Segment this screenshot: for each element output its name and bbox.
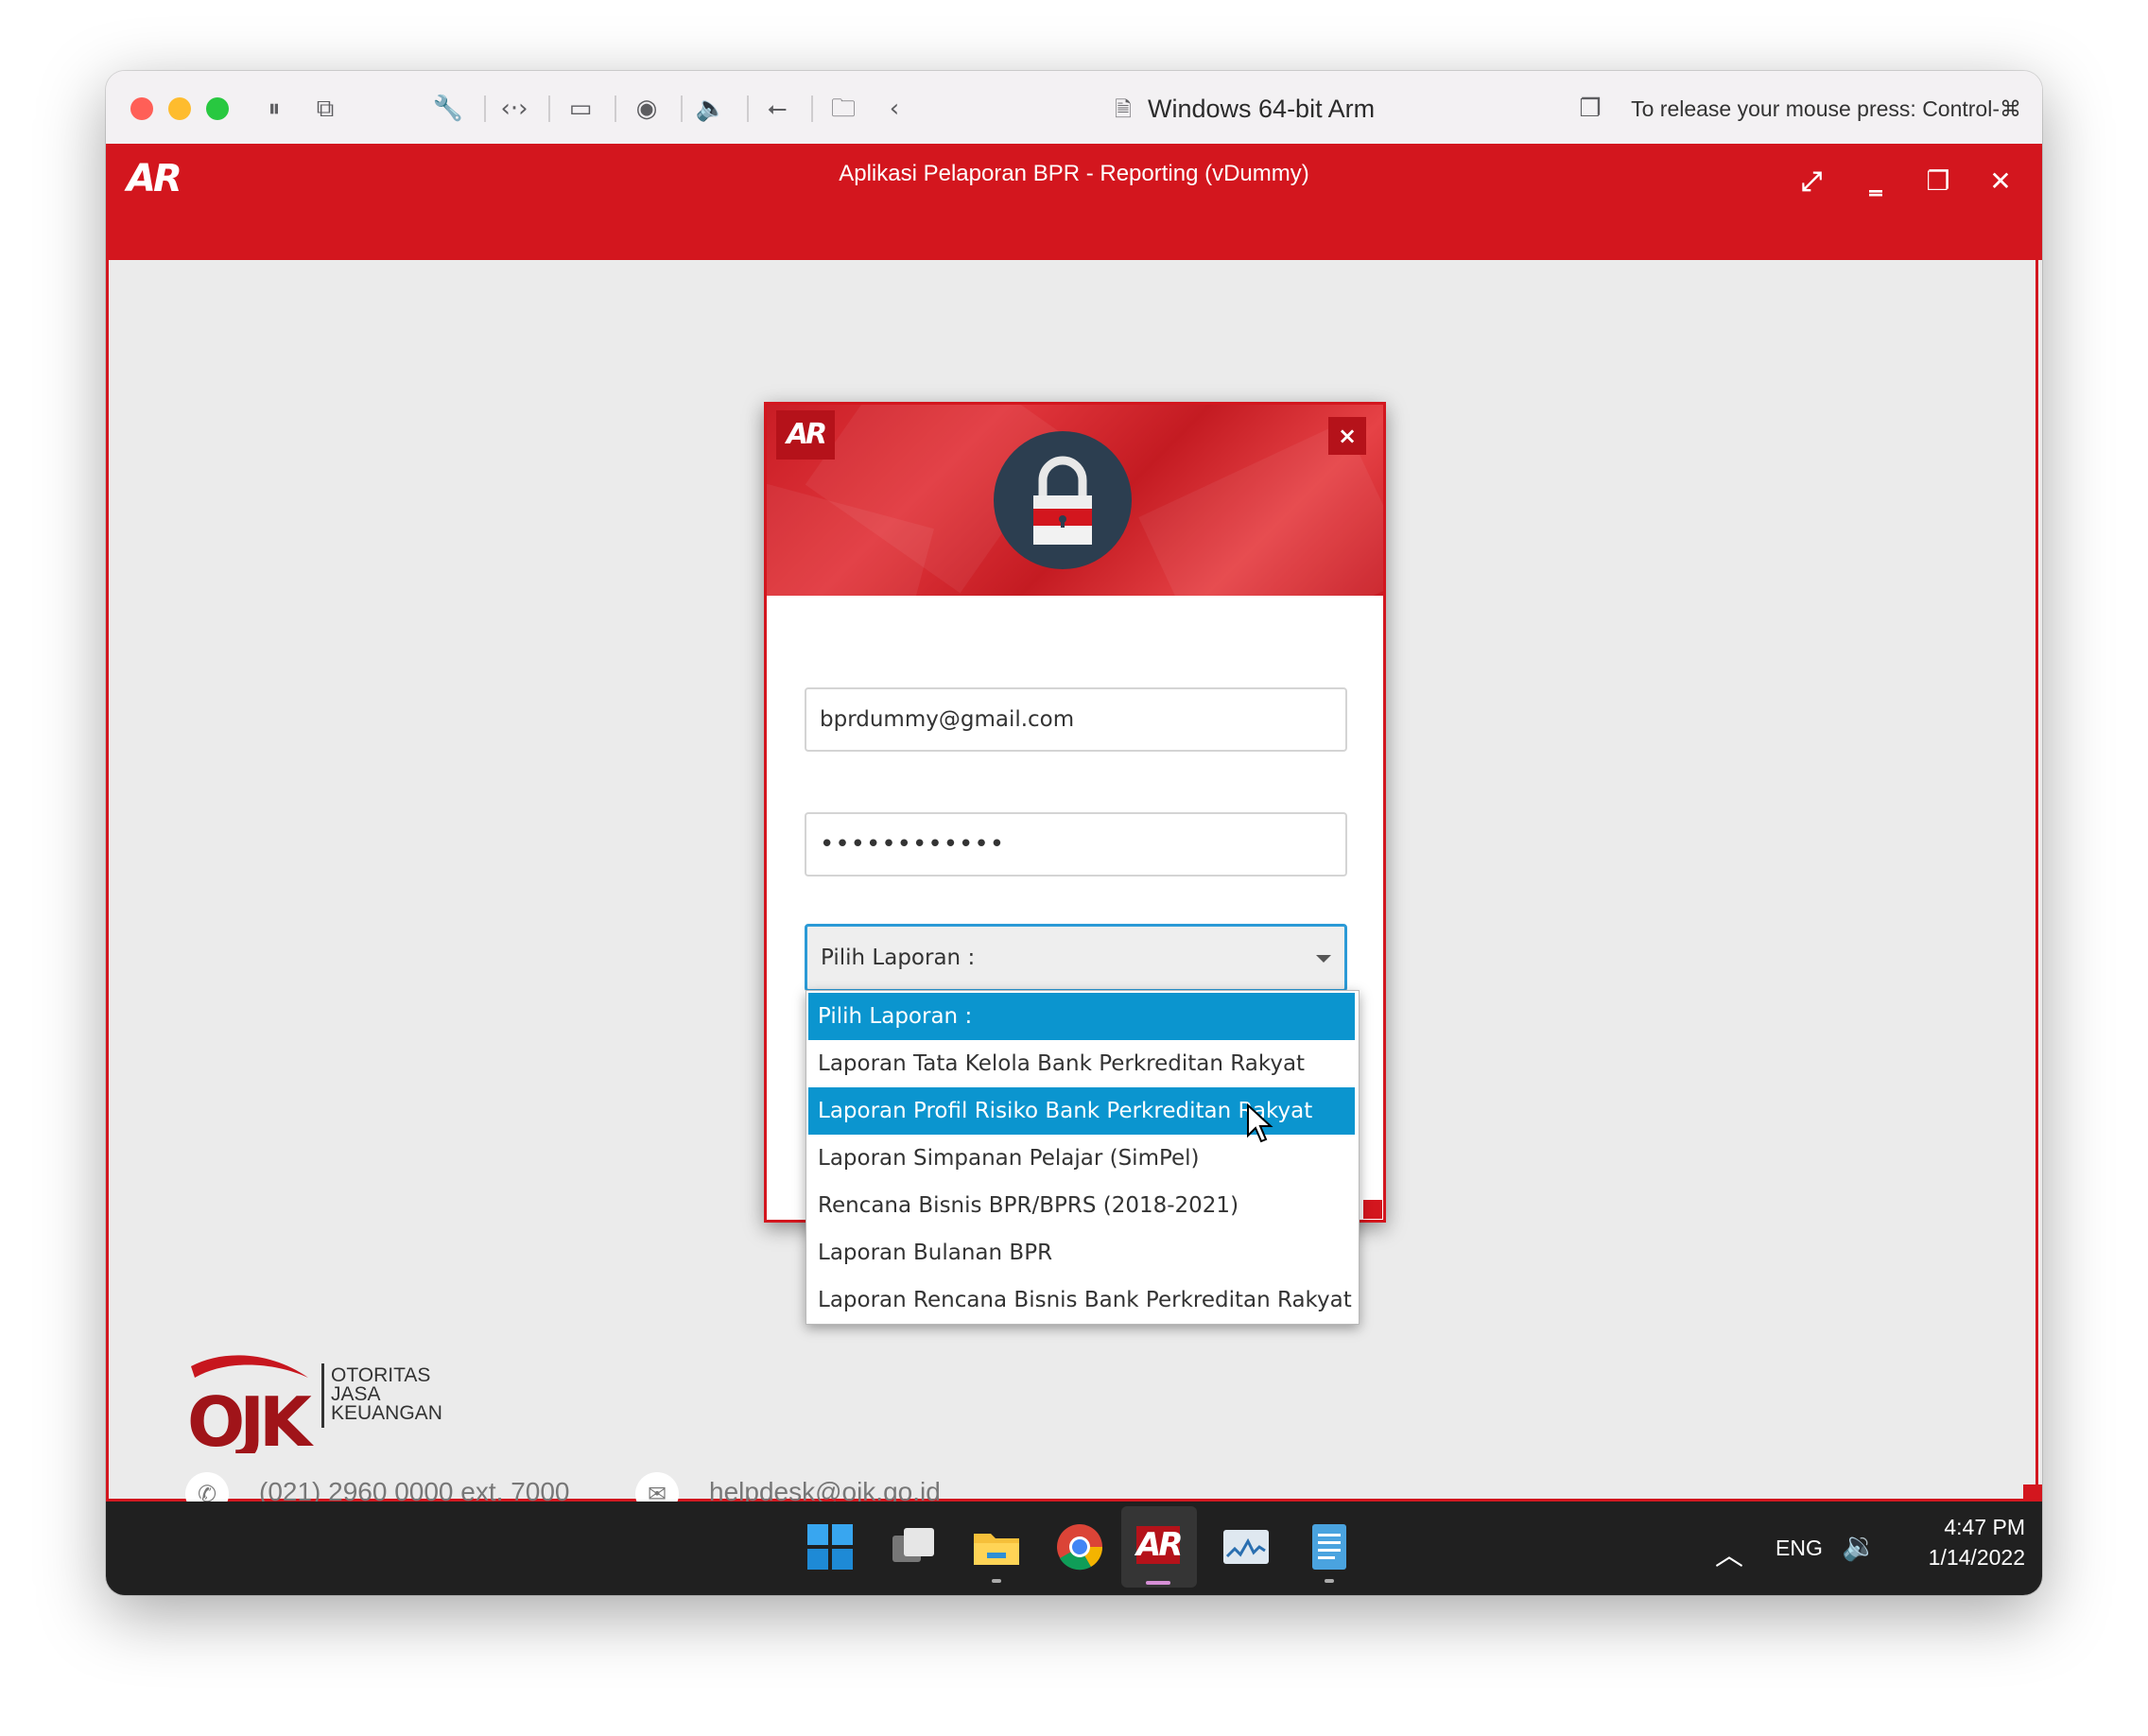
speaker-icon[interactable]: 🔈 (694, 92, 728, 126)
copy-icon[interactable]: ❐ (1573, 92, 1607, 126)
running-indicator (992, 1579, 1001, 1583)
close-icon[interactable]: ✕ (1982, 163, 2019, 200)
minimize-window-button[interactable] (168, 97, 191, 120)
running-indicator (1325, 1579, 1334, 1583)
vm-window: ⏸ ⧉ 🔧 ‹·› ▭ ◉ 🔈 ⭠ 🗀 ‹ 🗎 Windows 64-bit A… (106, 71, 2042, 1595)
mouse-cursor-icon (1247, 1103, 1273, 1143)
app-title: Aplikasi Pelaporan BPR - Reporting (vDum… (839, 161, 1309, 186)
disk-icon[interactable]: ▭ (563, 92, 598, 126)
performance-monitor-icon[interactable] (1220, 1520, 1273, 1573)
restore-icon[interactable]: ❐ (1919, 163, 1957, 200)
email-field[interactable]: bprdummy@gmail.com (805, 687, 1347, 752)
shared-folder-icon[interactable]: 🗀 (826, 92, 860, 126)
clock-time[interactable]: 4:47 PM (1908, 1515, 2025, 1540)
toolbar-divider (811, 95, 813, 122)
input-language[interactable]: ENG (1776, 1536, 1823, 1561)
dialog-resize-grip[interactable] (1363, 1200, 1382, 1219)
snapshot-icon[interactable]: ⧉ (308, 92, 342, 126)
svg-text:OJK: OJK (187, 1382, 314, 1453)
report-dropdown-list: Pilih Laporan : Laporan Tata Kelola Bank… (806, 990, 1360, 1325)
ojk-wordmark: OTORITAS JASA KEUANGAN (331, 1364, 442, 1424)
window-resize-grip[interactable] (2023, 1484, 2042, 1503)
pelaporan-bpr-taskbar-icon[interactable]: AR (1136, 1526, 1184, 1564)
toolbar-divider (548, 95, 550, 122)
report-select-value: Pilih Laporan : (821, 946, 976, 970)
dialog-close-button[interactable]: × (1328, 417, 1366, 455)
active-indicator (1146, 1581, 1170, 1585)
report-option[interactable]: Laporan Rencana Bisnis Bank Perkreditan … (808, 1276, 1355, 1324)
chevron-down-icon[interactable] (1316, 955, 1331, 963)
password-field[interactable]: •••••••••••• (805, 812, 1347, 877)
start-icon[interactable] (804, 1520, 857, 1573)
lock-icon (994, 431, 1132, 569)
chrome-icon[interactable] (1053, 1520, 1106, 1573)
wrench-icon[interactable]: 🔧 (431, 92, 465, 126)
mouse-release-hint: To release your mouse press: Control-⌘ (1631, 96, 2021, 121)
taskbar: AR ︿ ENG 🔉 4:47 PM 1/14/2022 (106, 1502, 2042, 1595)
toolbar-divider (747, 95, 749, 122)
toolbar-divider (484, 95, 486, 122)
report-option[interactable]: Pilih Laporan : (808, 993, 1355, 1040)
toolbar-divider (615, 95, 616, 122)
login-header: AR × (767, 405, 1383, 596)
close-window-button[interactable] (130, 97, 153, 120)
report-option[interactable]: Rencana Bisnis BPR/BPRS (2018-2021) (808, 1182, 1355, 1229)
guest-screen: AR Aplikasi Pelaporan BPR - Reporting (v… (106, 144, 2042, 1595)
ojk-logo: OJK (187, 1355, 316, 1453)
ojk-wordmark-line: KEUANGAN (331, 1402, 442, 1424)
report-select[interactable]: Pilih Laporan : (805, 924, 1347, 992)
clock-date[interactable]: 1/14/2022 (1908, 1545, 2025, 1571)
dialog-logo: AR (776, 410, 835, 460)
file-explorer-icon[interactable] (970, 1520, 1023, 1573)
camera-icon[interactable]: ◉ (630, 92, 664, 126)
task-view-icon[interactable] (887, 1520, 940, 1573)
usb-icon[interactable]: ⭠ (760, 92, 794, 126)
chevron-left-icon[interactable]: ‹ (877, 92, 911, 126)
report-option[interactable]: Laporan Tata Kelola Bank Perkreditan Rak… (808, 1040, 1355, 1087)
vm-title: Windows 64-bit Arm (1148, 95, 1376, 123)
code-icon[interactable]: ‹·› (497, 92, 531, 126)
minimize-icon[interactable]: ‗ (1857, 163, 1895, 200)
vm-document-icon: 🗎 (1115, 98, 1132, 122)
zoom-window-button[interactable] (206, 97, 229, 120)
report-option[interactable]: Laporan Bulanan BPR (808, 1229, 1355, 1276)
ojk-wordmark-line: OTORITAS (331, 1364, 431, 1386)
toolbar-divider (681, 95, 683, 122)
chevron-up-icon[interactable]: ︿ (1715, 1532, 1743, 1573)
volume-icon[interactable]: 🔉 (1842, 1530, 1877, 1563)
logo-divider (321, 1363, 324, 1428)
ojk-wordmark-line: JASA (331, 1383, 381, 1405)
expand-icon[interactable]: ⤢ (1793, 163, 1830, 200)
app-titlebar: AR Aplikasi Pelaporan BPR - Reporting (v… (106, 144, 2042, 260)
pause-icon[interactable]: ⏸ (257, 92, 291, 126)
vm-toolbar: ⏸ ⧉ 🔧 ‹·› ▭ ◉ 🔈 ⭠ 🗀 ‹ 🗎 Windows 64-bit A… (106, 71, 2042, 145)
notepad-icon[interactable] (1303, 1520, 1356, 1573)
